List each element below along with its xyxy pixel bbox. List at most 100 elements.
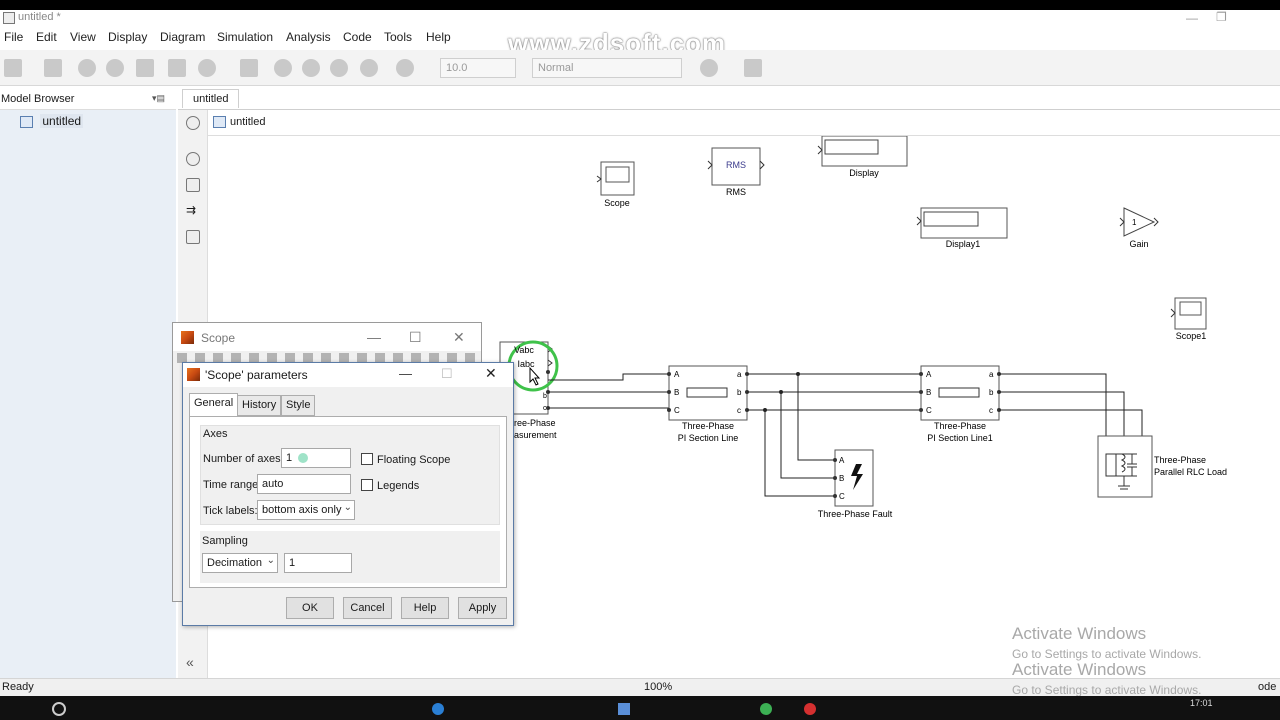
forward-icon[interactable] bbox=[106, 59, 124, 77]
activate-windows-hint-2: Go to Settings to activate Windows. bbox=[1012, 683, 1202, 697]
chevron-down-icon: ⌄ bbox=[266, 555, 275, 566]
pi2-port-c: c bbox=[989, 406, 993, 415]
tab-general[interactable]: General bbox=[189, 393, 239, 417]
text-cursor bbox=[298, 453, 309, 464]
tick-labels-select[interactable]: bottom axis only ⌄ bbox=[257, 500, 355, 520]
stop-time-input[interactable]: 10.0 bbox=[440, 58, 516, 78]
browser-menu-icon[interactable]: ▾▤ bbox=[152, 93, 165, 104]
arrow-icon[interactable]: ⇉ bbox=[186, 204, 200, 218]
run-icon[interactable] bbox=[302, 59, 320, 77]
floating-scope-checkbox[interactable] bbox=[361, 453, 373, 465]
search-icon[interactable] bbox=[52, 702, 66, 716]
taskbar: 17:01 bbox=[0, 696, 1280, 720]
settings-gear-icon[interactable] bbox=[198, 59, 216, 77]
record-icon[interactable] bbox=[396, 59, 414, 77]
menu-simulation[interactable]: Simulation bbox=[217, 30, 273, 44]
num-axes-value: 1 bbox=[286, 452, 293, 464]
app-icon[interactable] bbox=[804, 703, 816, 715]
menu-help[interactable]: Help bbox=[426, 30, 451, 44]
up-icon[interactable] bbox=[136, 59, 154, 77]
sampling-value-input[interactable]: 1 bbox=[284, 553, 352, 573]
pi2-port-B: B bbox=[926, 388, 931, 397]
menu-file[interactable]: File bbox=[4, 30, 23, 44]
gain-block[interactable] bbox=[1119, 207, 1159, 237]
display-block[interactable] bbox=[817, 136, 908, 167]
grid-icon[interactable] bbox=[744, 59, 762, 77]
tab-style[interactable]: Style bbox=[281, 395, 316, 416]
fit-to-view-icon[interactable] bbox=[186, 178, 200, 192]
legends-checkbox[interactable] bbox=[361, 479, 373, 491]
scope-block[interactable] bbox=[596, 161, 635, 196]
activate-windows-hint: Go to Settings to activate Windows. bbox=[1012, 647, 1202, 661]
pi2-port-C: C bbox=[926, 406, 932, 415]
scope-window-title: Scope bbox=[201, 331, 236, 345]
parallel-rlc-load-block[interactable] bbox=[1097, 435, 1153, 498]
menu-edit[interactable]: Edit bbox=[36, 30, 57, 44]
general-tab-panel: Axes Number of axes: 1 Floating Scope Ti… bbox=[189, 416, 507, 588]
step-back-icon[interactable] bbox=[274, 59, 292, 77]
hide-show-icon[interactable] bbox=[186, 116, 200, 130]
minimize-icon[interactable]: — bbox=[367, 329, 381, 345]
edge-icon[interactable] bbox=[432, 703, 444, 715]
pi2-port-b: b bbox=[989, 388, 994, 397]
annotation-icon[interactable] bbox=[186, 230, 200, 244]
menu-view[interactable]: View bbox=[70, 30, 96, 44]
tab-untitled[interactable]: untitled bbox=[182, 89, 240, 108]
breadcrumb-label[interactable]: untitled bbox=[230, 116, 265, 128]
close-icon[interactable]: ✕ bbox=[453, 329, 465, 346]
time-range-label: Time range: bbox=[203, 479, 262, 491]
cancel-button[interactable]: Cancel bbox=[343, 597, 392, 619]
chrome-icon[interactable] bbox=[760, 703, 772, 715]
rlc-label-1: Three-Phase bbox=[1154, 455, 1206, 465]
display1-block[interactable] bbox=[916, 207, 1008, 239]
step-forward-icon[interactable] bbox=[330, 59, 348, 77]
simulation-mode-select[interactable]: Normal bbox=[532, 58, 682, 78]
restore-icon[interactable]: ❐ bbox=[1216, 10, 1227, 24]
simulink-icon bbox=[3, 12, 15, 24]
vi-port-b-label: b bbox=[543, 393, 547, 400]
menu-analysis[interactable]: Analysis bbox=[286, 30, 331, 44]
ok-button[interactable]: OK bbox=[286, 597, 334, 619]
close-icon[interactable]: ✕ bbox=[485, 365, 497, 382]
help-button[interactable]: Help bbox=[401, 597, 449, 619]
vi-port-c-label: c bbox=[543, 405, 547, 412]
collapse-icon[interactable]: « bbox=[186, 655, 200, 670]
activate-windows-title-2: Activate Windows bbox=[1012, 660, 1147, 679]
new-model-icon[interactable] bbox=[4, 59, 22, 77]
menu-diagram[interactable]: Diagram bbox=[160, 30, 205, 44]
fault-label: Three-Phase Fault bbox=[818, 509, 893, 519]
sampling-mode-select[interactable]: Decimation ⌄ bbox=[202, 553, 278, 573]
apply-button[interactable]: Apply bbox=[458, 597, 507, 619]
tab-history[interactable]: History bbox=[237, 395, 282, 416]
menu-tools[interactable]: Tools bbox=[384, 30, 412, 44]
store-icon[interactable] bbox=[618, 703, 630, 715]
sampling-mode-value: Decimation bbox=[207, 557, 263, 569]
maximize-icon[interactable]: ☐ bbox=[409, 329, 422, 346]
menu-code[interactable]: Code bbox=[343, 30, 372, 44]
scope-parameters-dialog: 'Scope' parameters — ☐ ✕ General History… bbox=[182, 362, 514, 626]
pi2-port-A: A bbox=[926, 370, 932, 379]
model-icon bbox=[20, 115, 33, 128]
model-advisor-icon[interactable] bbox=[700, 59, 718, 77]
zoom-icon[interactable] bbox=[186, 152, 200, 166]
minimize-icon[interactable]: — bbox=[399, 366, 412, 381]
chevron-down-icon: ⌄ bbox=[343, 502, 352, 513]
time-range-input[interactable]: auto bbox=[257, 474, 351, 494]
menu-display[interactable]: Display bbox=[108, 30, 147, 44]
scope1-block[interactable] bbox=[1170, 297, 1207, 330]
dialog-titlebar: 'Scope' parameters — ☐ ✕ bbox=[183, 363, 513, 387]
num-axes-input[interactable]: 1 bbox=[281, 448, 351, 468]
model-explorer-icon[interactable] bbox=[240, 59, 258, 77]
back-icon[interactable] bbox=[78, 59, 96, 77]
model-browser-title: Model Browser bbox=[1, 93, 75, 105]
stop-icon[interactable] bbox=[360, 59, 378, 77]
minimize-icon[interactable]: — bbox=[1186, 11, 1198, 25]
pi1-port-B: B bbox=[674, 388, 679, 397]
save-icon[interactable] bbox=[44, 59, 62, 77]
model-browser: Model Browser ▾▤ untitled bbox=[0, 88, 176, 678]
library-icon[interactable] bbox=[168, 59, 186, 77]
screen: untitled * — ❐ File Edit View Display Di… bbox=[0, 0, 1280, 720]
tree-item-untitled[interactable]: untitled bbox=[20, 114, 84, 130]
model-browser-header: Model Browser ▾▤ bbox=[0, 88, 176, 110]
activate-windows-title: Activate Windows bbox=[1012, 624, 1147, 643]
